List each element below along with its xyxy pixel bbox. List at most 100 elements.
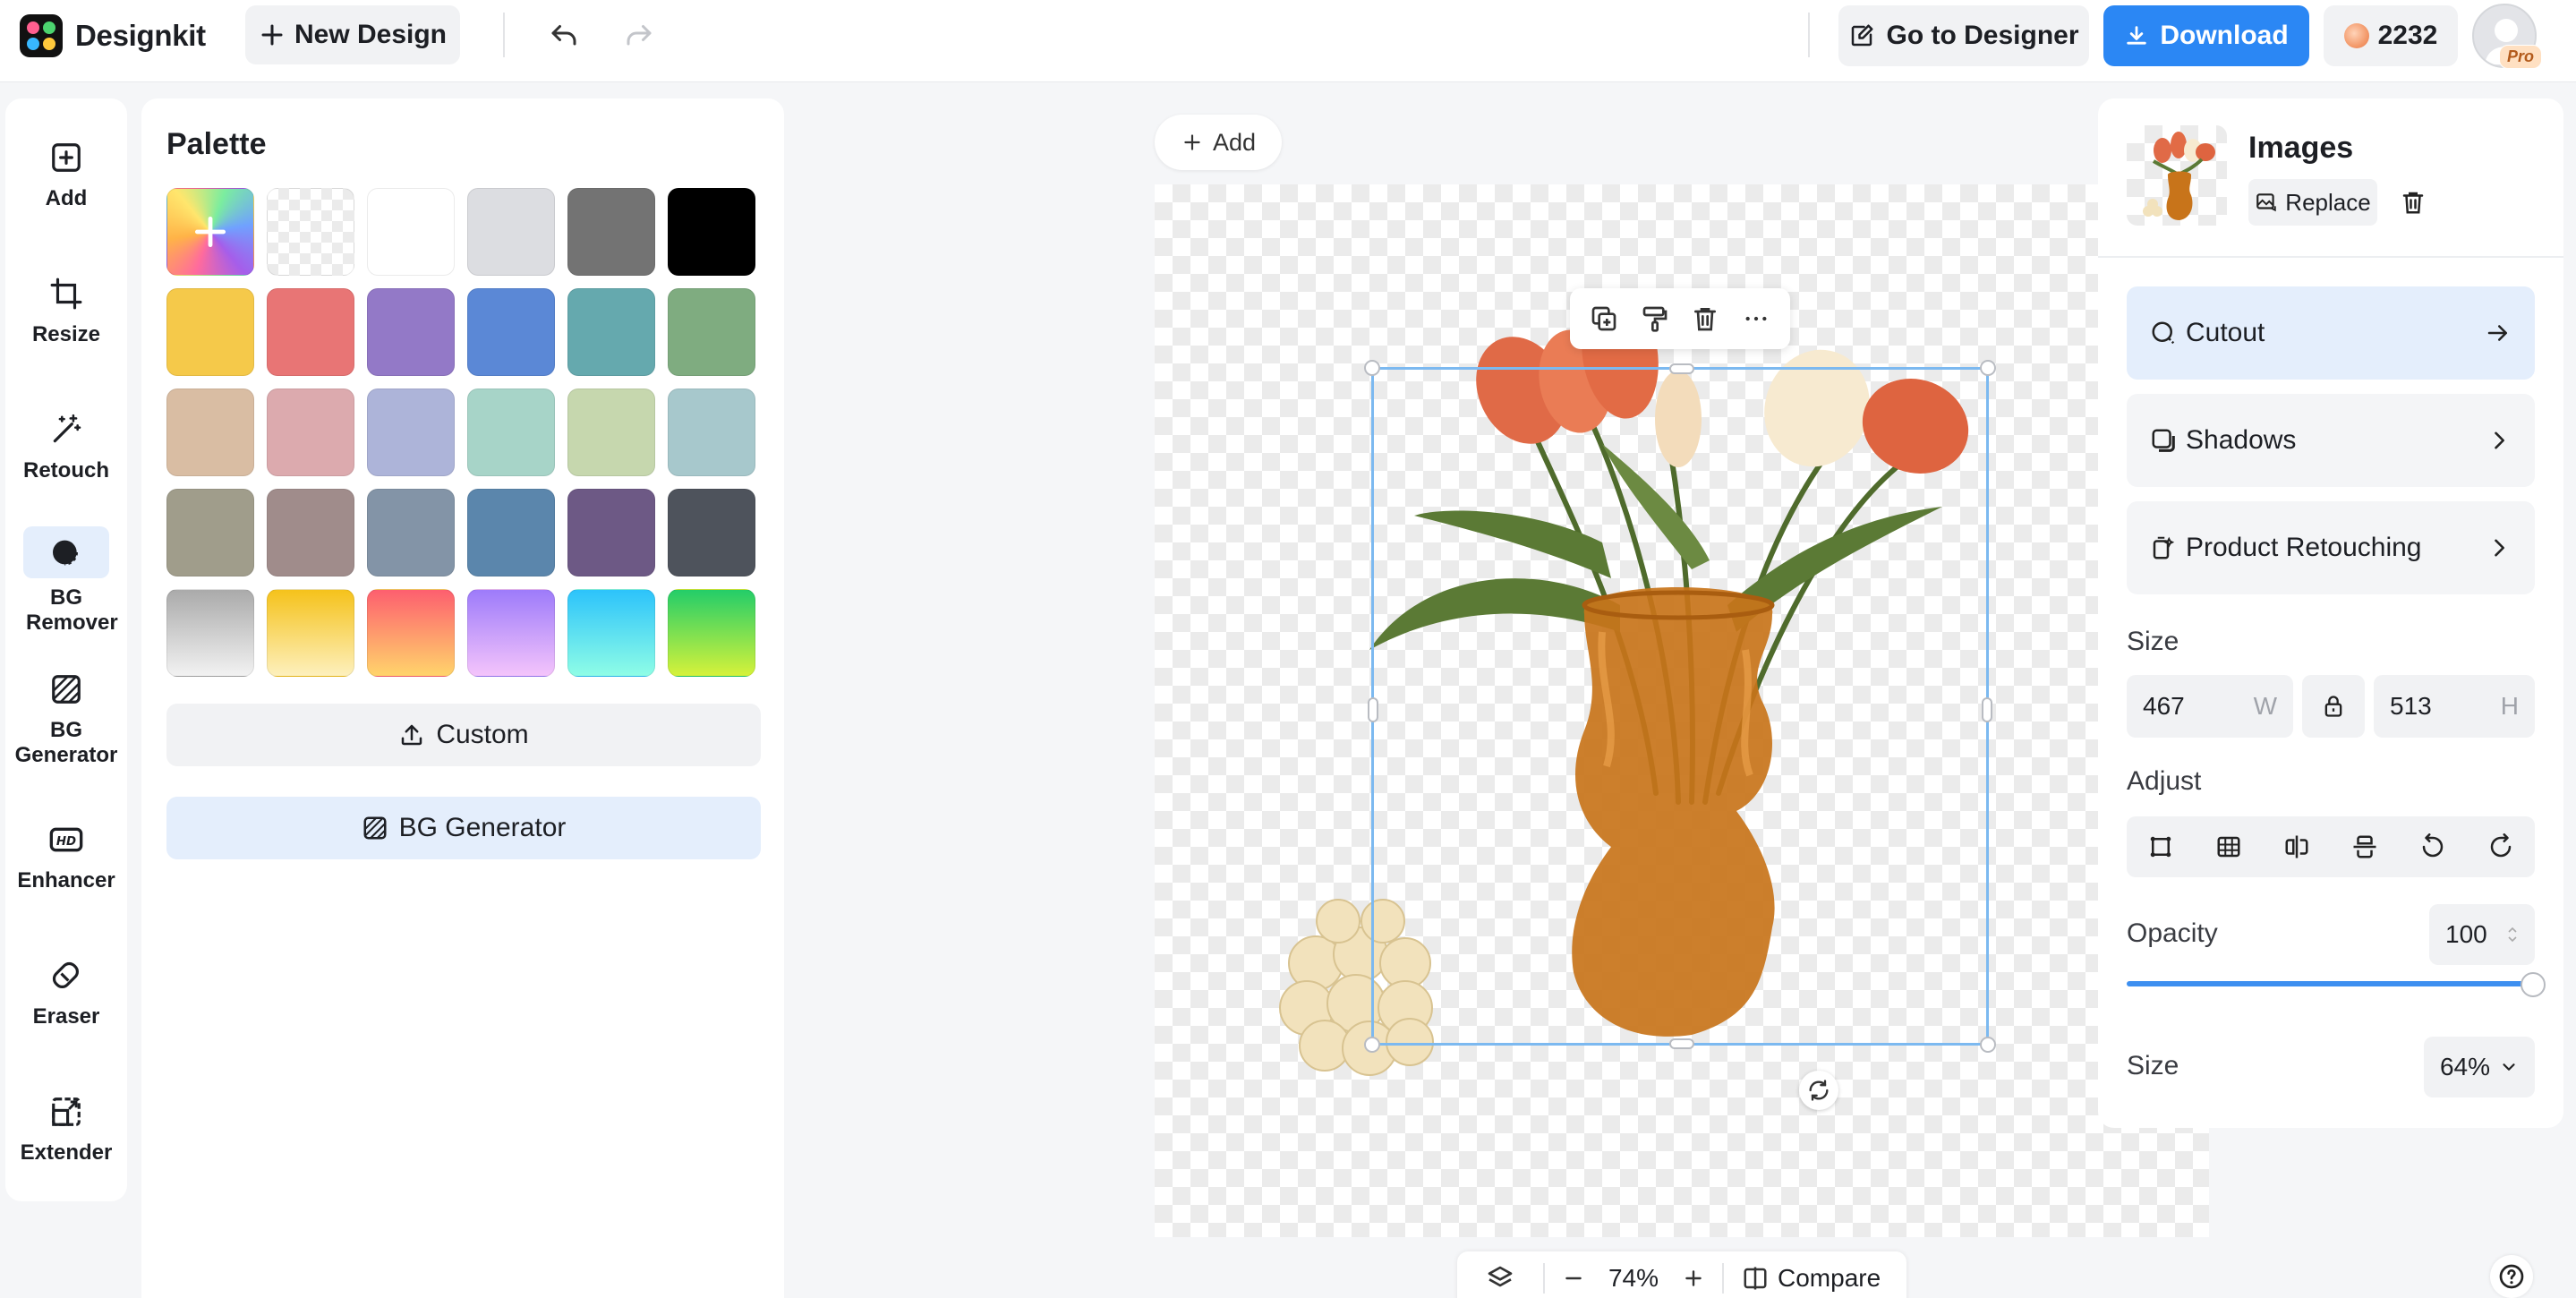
color-swatch[interactable] bbox=[267, 589, 354, 677]
go-to-designer-button[interactable]: Go to Designer bbox=[1838, 5, 2089, 66]
resize-handle[interactable] bbox=[1364, 360, 1380, 376]
opacity-slider-track[interactable] bbox=[2127, 981, 2535, 986]
rail-item-add[interactable]: Add bbox=[5, 136, 127, 211]
width-input[interactable]: 467 W bbox=[2127, 675, 2293, 738]
plus-icon bbox=[194, 216, 226, 248]
color-swatch[interactable] bbox=[367, 288, 455, 376]
color-swatch[interactable] bbox=[367, 389, 455, 476]
adjust-toolbar bbox=[2127, 816, 2535, 877]
color-swatch[interactable] bbox=[166, 389, 254, 476]
color-swatch[interactable] bbox=[367, 188, 455, 276]
color-swatch[interactable] bbox=[567, 489, 655, 576]
color-swatch[interactable] bbox=[668, 288, 755, 376]
cutout-row[interactable]: Cutout bbox=[2127, 286, 2535, 380]
help-button[interactable] bbox=[2490, 1255, 2533, 1298]
rail-item-eraser[interactable]: Eraser bbox=[5, 954, 127, 1029]
product-retouching-row[interactable]: Product Retouching bbox=[2127, 501, 2535, 594]
zoom-level[interactable]: 74% bbox=[1602, 1264, 1665, 1293]
resize-handle[interactable] bbox=[1368, 697, 1378, 722]
color-swatch[interactable] bbox=[467, 288, 555, 376]
color-swatch[interactable] bbox=[567, 589, 655, 677]
color-swatch[interactable] bbox=[668, 489, 755, 576]
resize-handle[interactable] bbox=[1982, 697, 1992, 722]
opacity-input[interactable]: 100 bbox=[2429, 904, 2535, 965]
color-swatch[interactable] bbox=[467, 589, 555, 677]
rail-item-bg-generator[interactable]: BG Generator bbox=[5, 668, 127, 768]
color-swatch[interactable] bbox=[367, 589, 455, 677]
add-label: Add bbox=[1212, 128, 1257, 156]
trash-icon bbox=[1694, 308, 1717, 331]
shadows-row[interactable]: Shadows bbox=[2127, 394, 2535, 487]
rail-item-extender[interactable]: Extender bbox=[5, 1090, 127, 1166]
zoom-in-button[interactable] bbox=[1665, 1251, 1722, 1298]
more-button[interactable] bbox=[1742, 304, 1770, 333]
redo-button[interactable] bbox=[616, 13, 662, 59]
divider bbox=[2098, 256, 2563, 258]
bg-generator-button[interactable]: BG Generator bbox=[166, 797, 761, 859]
flip-horizontal-button[interactable] bbox=[2283, 833, 2310, 860]
crop-button[interactable] bbox=[2147, 833, 2174, 860]
zoom-out-button[interactable] bbox=[1545, 1251, 1602, 1298]
new-design-button[interactable]: New Design bbox=[245, 5, 460, 64]
resize-handle[interactable] bbox=[1364, 1037, 1380, 1053]
custom-color-button[interactable]: Custom bbox=[166, 704, 761, 766]
color-swatch[interactable] bbox=[267, 288, 354, 376]
chevron-right-icon bbox=[2495, 431, 2504, 449]
color-swatch[interactable] bbox=[668, 389, 755, 476]
color-swatch[interactable] bbox=[267, 489, 354, 576]
color-swatch[interactable] bbox=[467, 389, 555, 476]
color-swatch[interactable] bbox=[166, 589, 254, 677]
color-swatch[interactable] bbox=[668, 589, 755, 677]
duplicate-button[interactable] bbox=[1590, 304, 1618, 333]
rotate-handle[interactable] bbox=[1799, 1071, 1838, 1110]
color-swatch[interactable] bbox=[267, 389, 354, 476]
color-swatch[interactable] bbox=[567, 288, 655, 376]
download-button[interactable]: Download bbox=[2103, 5, 2309, 66]
replace-button[interactable]: Replace bbox=[2248, 179, 2377, 226]
format-painter-button[interactable] bbox=[1641, 304, 1669, 333]
color-swatch[interactable] bbox=[567, 188, 655, 276]
layers-button[interactable] bbox=[1457, 1251, 1543, 1298]
color-swatch[interactable] bbox=[166, 288, 254, 376]
coin-icon bbox=[2343, 23, 2369, 48]
floating-toolbar bbox=[1570, 288, 1790, 349]
resize-handle[interactable] bbox=[1980, 360, 1996, 376]
delete-image-button[interactable] bbox=[2393, 183, 2433, 222]
selection-box[interactable] bbox=[1364, 360, 1996, 1053]
trash-icon bbox=[2402, 192, 2424, 214]
color-swatch[interactable] bbox=[467, 188, 555, 276]
opacity-label: Opacity bbox=[2127, 918, 2218, 948]
resize-handle[interactable] bbox=[1980, 1037, 1996, 1053]
delete-button[interactable] bbox=[1691, 304, 1719, 333]
transparent-swatch[interactable] bbox=[267, 188, 354, 276]
color-swatch[interactable] bbox=[467, 489, 555, 576]
resize-handle[interactable] bbox=[1669, 363, 1694, 374]
mosaic-button[interactable] bbox=[2215, 833, 2242, 860]
color-swatch[interactable] bbox=[166, 489, 254, 576]
rail-item-enhancer[interactable]: HD Enhancer bbox=[5, 818, 127, 893]
color-swatch[interactable] bbox=[367, 489, 455, 576]
upload-icon bbox=[402, 724, 422, 746]
rail-item-resize[interactable]: Resize bbox=[5, 272, 127, 347]
credits-button[interactable]: 2232 bbox=[2324, 5, 2458, 66]
undo-button[interactable] bbox=[541, 13, 587, 59]
cutout-icon bbox=[2152, 321, 2175, 345]
canvas-add-button[interactable]: Add bbox=[1155, 115, 1282, 170]
color-swatch[interactable] bbox=[567, 389, 655, 476]
aspect-lock-button[interactable] bbox=[2302, 675, 2365, 738]
rail-label: Extender bbox=[20, 1140, 113, 1165]
add-color-swatch[interactable] bbox=[166, 188, 254, 276]
compare-button[interactable]: Compare bbox=[1724, 1264, 1881, 1293]
height-input[interactable]: 513 H bbox=[2374, 675, 2535, 738]
opacity-slider-thumb[interactable] bbox=[2521, 972, 2546, 997]
rail-item-bg-remover[interactable]: BG Remover bbox=[5, 526, 127, 636]
resize-handle[interactable] bbox=[1669, 1038, 1694, 1049]
grid-icon bbox=[2217, 836, 2240, 858]
rotate-right-button[interactable] bbox=[2487, 833, 2514, 860]
size-select[interactable]: 64% bbox=[2424, 1037, 2535, 1097]
flip-vertical-button[interactable] bbox=[2351, 833, 2378, 860]
rotate-left-button[interactable] bbox=[2419, 833, 2446, 860]
rail-item-retouch[interactable]: Retouch bbox=[5, 408, 127, 483]
app-logo[interactable]: Designkit bbox=[20, 14, 206, 57]
color-swatch[interactable] bbox=[668, 188, 755, 276]
